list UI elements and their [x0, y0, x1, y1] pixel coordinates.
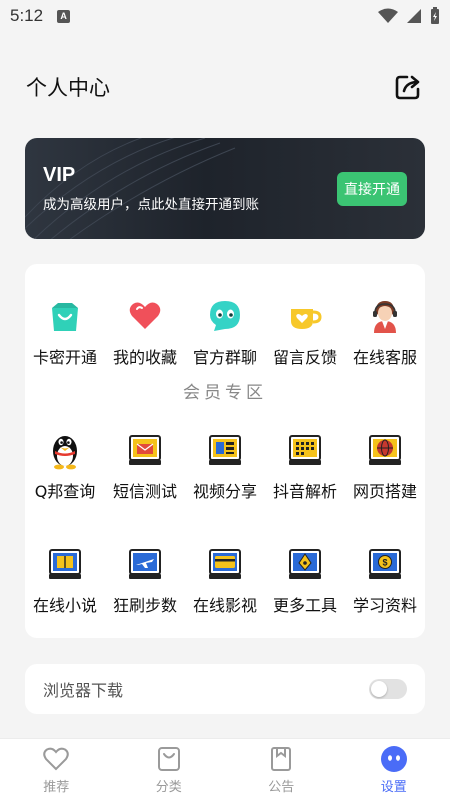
tab-label: 推荐 [43, 780, 70, 795]
quick-actions-row: 卡密开通 我的收藏 官方群聊 留言反馈 在线客服 [25, 294, 425, 368]
tab-label: 分类 [155, 780, 182, 795]
svg-text:$: $ [382, 558, 387, 568]
bottom-tabbar: 推荐 分类 公告 设置 [0, 738, 450, 801]
quick-action-card-open[interactable]: 卡密开通 [25, 294, 105, 368]
page-header: 个人中心 [0, 62, 450, 112]
vip-banner[interactable]: VIP 成为高级用户，点此处直接开通到账 直接开通 [25, 138, 425, 239]
tab-recommend[interactable]: 推荐 [0, 739, 113, 801]
tool-label: 更多工具 [272, 596, 337, 615]
share-icon [395, 75, 420, 100]
tool-label: 抖音解析 [272, 482, 337, 501]
tab-settings[interactable]: 设置 [338, 739, 450, 801]
quick-action-label: 留言反馈 [272, 348, 337, 367]
mail-tablet-icon [123, 428, 167, 472]
calendar-tablet-icon [283, 428, 327, 472]
tool-label: 短信测试 [112, 482, 177, 501]
tool-online-novel[interactable]: 在线小说 [25, 542, 105, 616]
quick-action-label: 在线客服 [352, 348, 417, 367]
tools-panel: 卡密开通 我的收藏 官方群聊 留言反馈 在线客服 会员专区 Q邦查询 短信测试 … [25, 264, 425, 638]
quick-action-label: 我的收藏 [112, 348, 177, 367]
status-bar: 5:12 A [0, 0, 450, 32]
face-filled-icon [380, 745, 408, 773]
quick-action-group-chat[interactable]: 官方群聊 [185, 294, 265, 368]
tab-label: 设置 [380, 780, 407, 795]
wifi-icon [378, 8, 398, 23]
cup-icon [283, 294, 327, 338]
globe-tablet-icon [363, 428, 407, 472]
card-tablet-icon [203, 542, 247, 586]
tab-category[interactable]: 分类 [113, 739, 226, 801]
plane-tablet-icon [123, 542, 167, 586]
browser-download-row: 浏览器下载 [25, 664, 425, 714]
tool-more-tools[interactable]: 更多工具 [265, 542, 345, 616]
page-title: 个人中心 [26, 76, 110, 100]
penguin-icon [43, 428, 87, 472]
tool-label: 网页搭建 [352, 482, 417, 501]
quick-action-feedback[interactable]: 留言反馈 [265, 294, 345, 368]
vip-text: VIP 成为高级用户，点此处直接开通到账 [43, 164, 259, 213]
browser-download-toggle[interactable] [369, 679, 407, 699]
toggle-knob [371, 681, 387, 697]
status-icons [378, 7, 440, 25]
vip-open-button[interactable]: 直接开通 [337, 171, 407, 206]
vip-description: 成为高级用户，点此处直接开通到账 [43, 197, 259, 213]
tab-label: 公告 [268, 780, 295, 795]
bag-outline-icon [155, 745, 183, 773]
signal-icon [407, 9, 421, 23]
tool-label: 在线影视 [192, 596, 257, 615]
quick-action-label: 卡密开通 [32, 348, 97, 367]
book-tablet-icon [43, 542, 87, 586]
bookmark-outline-icon [267, 745, 295, 773]
quick-action-support[interactable]: 在线客服 [345, 294, 425, 368]
chat-face-icon [203, 294, 247, 338]
tool-web-build[interactable]: 网页搭建 [345, 428, 425, 502]
tool-label: 视频分享 [192, 482, 257, 501]
member-tools-row-1: Q邦查询 短信测试 视频分享 抖音解析 网页搭建 [25, 428, 425, 502]
heart-outline-icon [42, 745, 70, 773]
support-agent-icon [363, 294, 407, 338]
tool-label: 在线小说 [32, 596, 97, 615]
video-tablet-icon [203, 428, 247, 472]
tool-label: Q邦查询 [34, 482, 96, 501]
member-tools-row-2: 在线小说 狂刷步数 在线影视 更多工具 $ 学习资料 [25, 542, 425, 616]
pen-tablet-icon [283, 542, 327, 586]
status-time: 5:12 [10, 6, 44, 25]
tool-online-movies[interactable]: 在线影视 [185, 542, 265, 616]
member-section-title: 会员专区 [183, 383, 267, 403]
tool-sms-test[interactable]: 短信测试 [105, 428, 185, 502]
tool-step-boost[interactable]: 狂刷步数 [105, 542, 185, 616]
browser-download-label: 浏览器下载 [43, 681, 124, 700]
heart-icon [123, 294, 167, 338]
tool-label: 狂刷步数 [112, 596, 177, 615]
vip-title: VIP [43, 164, 76, 186]
quick-action-favorites[interactable]: 我的收藏 [105, 294, 185, 368]
share-button[interactable] [392, 71, 424, 103]
tool-video-share[interactable]: 视频分享 [185, 428, 265, 502]
tool-qq-lookup[interactable]: Q邦查询 [25, 428, 105, 502]
tab-announcement[interactable]: 公告 [225, 739, 338, 801]
tool-label: 学习资料 [352, 596, 417, 615]
tool-douyin-parse[interactable]: 抖音解析 [265, 428, 345, 502]
quick-action-label: 官方群聊 [192, 348, 257, 367]
coin-tablet-icon: $ [363, 542, 407, 586]
shopping-bag-icon [43, 294, 87, 338]
notification-icon: A [57, 9, 71, 23]
tool-study-materials[interactable]: $ 学习资料 [345, 542, 425, 616]
battery-icon [431, 7, 439, 24]
